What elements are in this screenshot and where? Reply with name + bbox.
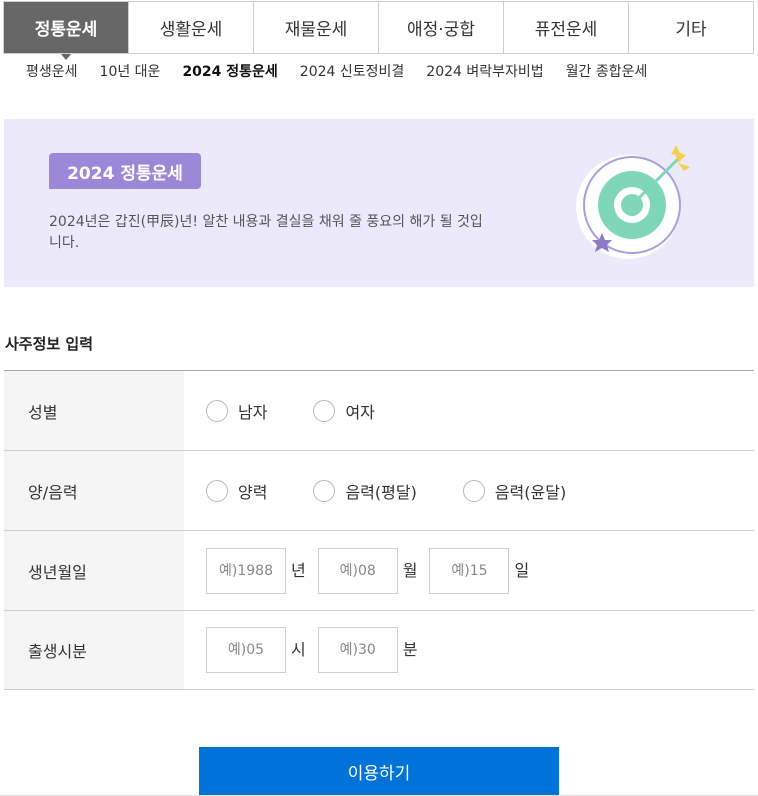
birthdate-row: 생년월일 년 월 일 (4, 531, 754, 611)
subnav-item-10year[interactable]: 10년 대운 (100, 61, 161, 81)
birth-hour-input[interactable] (206, 627, 286, 673)
saju-form: 성별 남자 여자 양/음력 양력 음력(평달) 음력(윤달) 생년월일 예)19… (4, 370, 754, 690)
radio-label: 남자 (238, 402, 268, 422)
radio-label: 여자 (345, 402, 375, 422)
banner-title: 2024 정통운세 (49, 153, 201, 189)
year-unit: 년 (291, 560, 306, 580)
tab-jeongtong[interactable]: 정통운세 (4, 2, 128, 60)
calendar-lunar-leap-radio[interactable]: 음력(윤달) (462, 479, 567, 503)
radio-circle[interactable] (462, 479, 485, 502)
section-title: 사주정보 입력 (5, 335, 94, 353)
radio-label: 음력(평달) (345, 482, 417, 502)
gender-male-radio[interactable]: 남자 (206, 399, 267, 423)
minute-unit: 분 (402, 640, 418, 659)
calendar-label: 양/음력 (4, 451, 184, 530)
target-arrow-icon (576, 145, 690, 259)
tab-love-compat[interactable]: 애정·궁합 (378, 2, 503, 53)
banner-description: 2024년은 갑진(甲辰)년! 알찬 내용과 결실을 채워 줄 풍요의 해가 될… (49, 214, 483, 251)
hour-unit: 시 (291, 640, 306, 659)
birthdate-label: 생년월일 (4, 531, 184, 610)
tab-wealth[interactable]: 재물운세 (253, 2, 378, 53)
gender-female-radio[interactable]: 여자 (313, 399, 375, 423)
radio-label: 양력 (238, 482, 268, 502)
radio-circle[interactable] (206, 479, 228, 502)
hero-banner: 2024 정통운세 2024년은 갑진(甲辰)년! 알찬 내용과 결실을 채워 … (4, 119, 754, 287)
subnav-item-2024-rich[interactable]: 2024 벼락부자비법 (426, 61, 543, 81)
submit-button[interactable]: 이용하기 (199, 747, 559, 796)
radio-circle[interactable] (313, 399, 336, 422)
birth-minute-input[interactable] (317, 627, 398, 673)
gender-row: 성별 남자 여자 (4, 371, 754, 451)
birth-year-input[interactable] (206, 547, 286, 594)
tab-etc[interactable]: 기타 (628, 2, 753, 53)
subnav-item-2024-tojeong[interactable]: 2024 신토정비결 (300, 61, 404, 81)
birthtime-row: 출생시분 시 분 (4, 611, 754, 690)
category-tabs: 정통운세 생활운세 재물운세 애정·궁합 퓨전운세 기타 (3, 1, 754, 60)
tab-life[interactable]: 생활운세 (128, 2, 253, 53)
calendar-solar-radio[interactable]: 양력 (206, 479, 267, 503)
birth-day-input[interactable] (429, 547, 510, 594)
radio-circle[interactable] (206, 399, 228, 422)
subnav-item-lifetime[interactable]: 평생운세 (26, 61, 78, 81)
subnav-item-2024-jeongtong[interactable]: 2024 정통운세 (182, 61, 277, 81)
subnav-item-monthly[interactable]: 월간 종합운세 (566, 61, 648, 81)
tab-fusion[interactable]: 퓨전운세 (503, 2, 628, 53)
day-unit: 일 (514, 560, 530, 580)
birth-month-input[interactable] (317, 547, 398, 594)
month-unit: 월 (402, 560, 418, 580)
gender-label: 성별 (4, 371, 184, 450)
radio-circle[interactable] (313, 479, 336, 502)
radio-label: 음력(윤달) (494, 482, 567, 502)
calendar-lunar-normal-radio[interactable]: 음력(평달) (313, 479, 417, 503)
birthtime-label: 출생시분 (4, 611, 184, 689)
calendar-row: 양/음력 양력 음력(평달) 음력(윤달) (4, 451, 754, 531)
sub-nav: 평생운세 10년 대운 2024 정통운세 2024 신토정비결 2024 벼락… (26, 61, 647, 81)
